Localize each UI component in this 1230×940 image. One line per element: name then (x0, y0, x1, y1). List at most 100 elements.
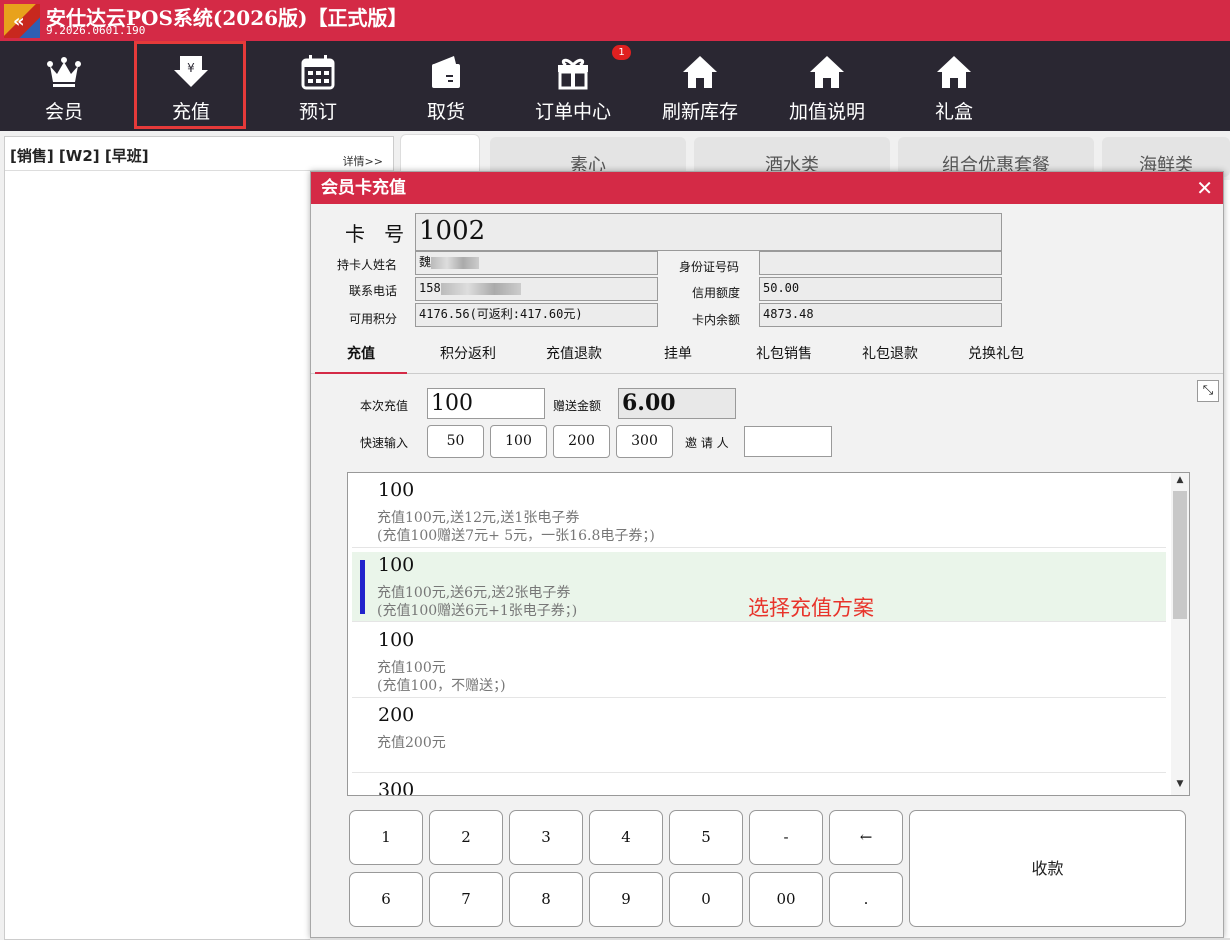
quick-input-label: 快速输入 (360, 436, 409, 450)
id-card-label: 身份证号码 (679, 260, 740, 274)
tab-recharge-refund[interactable]: 充值退款 (521, 340, 627, 374)
toolbar-label: 礼盒 (934, 101, 973, 123)
plan-amount: 100 (378, 629, 415, 651)
tab-gift-pack-sale[interactable]: 礼包销售 (731, 340, 837, 374)
house-icon (810, 56, 844, 88)
keypad-00[interactable]: 00 (749, 872, 823, 927)
holder-name-field: 魏 (415, 251, 658, 275)
toolbar-gift-box-button[interactable]: 礼盒 (898, 41, 1010, 131)
keypad-5[interactable]: 5 (669, 810, 743, 865)
plan-list-scrollbar[interactable]: ▲ ▼ (1171, 473, 1189, 795)
redacted (440, 282, 521, 295)
crown-icon (47, 57, 81, 87)
dialog-title: 会员卡充值 (311, 172, 1223, 204)
plan-description: 充值200元 (377, 735, 446, 751)
quick-amount-button[interactable]: 100 (490, 425, 547, 458)
phone-label: 联系电话 (349, 284, 398, 298)
tab-points-rebate[interactable]: 积分返利 (415, 340, 521, 374)
house-icon (683, 56, 717, 88)
plan-description: 充值100元 (377, 660, 446, 676)
inviter-input[interactable] (744, 426, 832, 457)
keypad-1[interactable]: 1 (349, 810, 423, 865)
credit-field: 50.00 (759, 277, 1002, 301)
house-icon (937, 56, 971, 88)
plan-item-selected[interactable]: 100 充值100元,送6元,送2张电子券 (充值100赠送6元+1张电子券；)… (352, 552, 1166, 622)
inviter-label: 邀 请 人 (685, 436, 729, 450)
recharge-amount-input[interactable] (427, 388, 545, 419)
calendar-icon (301, 55, 335, 90)
toolbar-refresh-stock-button[interactable]: 刷新库存 (644, 41, 756, 131)
details-link[interactable]: 详情>> (343, 153, 383, 169)
recharge-amount-label: 本次充值 (360, 399, 409, 413)
keypad-6[interactable]: 6 (349, 872, 423, 927)
app-logo-icon: « (4, 4, 40, 38)
toolbar-pickup-button[interactable]: 取货 (390, 41, 502, 131)
card-no-label: 卡 号 (345, 222, 405, 246)
active-toolbar-highlight (134, 41, 246, 129)
quick-amount-button[interactable]: 200 (553, 425, 610, 458)
plan-item[interactable]: 100 充值100元 (充值100，不赠送；) (352, 623, 1166, 698)
keypad-dot[interactable]: . (829, 872, 903, 927)
main-toolbar: 会员 ¥ 充值 预订 取货 订单中心 刷新库存 加值说明 礼盒 1 (0, 41, 1230, 131)
app-version: 9.2026.0601.190 (46, 24, 146, 37)
balance-label: 卡内余额 (692, 313, 741, 327)
plan-amount: 100 (378, 479, 415, 501)
keypad-minus[interactable]: - (749, 810, 823, 865)
plan-note: (充值100赠送7元+ 5元，一张16.8电子券；) (377, 528, 655, 544)
keypad-4[interactable]: 4 (589, 810, 663, 865)
member-recharge-dialog: 会员卡充值 ✕ 卡 号 1002 持卡人姓名 魏 联系电话 158 可用积分 4… (310, 171, 1224, 938)
tab-redeem-gift-pack[interactable]: 兑换礼包 (943, 340, 1049, 374)
toolbar-booking-button[interactable]: 预订 (262, 41, 374, 131)
keypad-0[interactable]: 0 (669, 872, 743, 927)
scroll-thumb[interactable] (1173, 491, 1187, 619)
holder-name-label: 持卡人姓名 (337, 258, 398, 272)
bonus-amount-label: 赠送金额 (553, 399, 602, 413)
plan-amount: 200 (378, 704, 415, 726)
points-field: 4176.56(可返利:417.60元) (415, 303, 658, 327)
keypad-7[interactable]: 7 (429, 872, 503, 927)
scroll-down-icon[interactable]: ▼ (1171, 779, 1189, 793)
plan-item[interactable]: 100 充值100元,送12元,送1张电子券 (充值100赠送7元+ 5元，一张… (352, 473, 1166, 548)
plan-item[interactable]: 200 充值200元 (352, 698, 1166, 773)
quick-amount-button[interactable]: 300 (616, 425, 673, 458)
toolbar-label: 预订 (298, 101, 337, 123)
toolbar-label: 刷新库存 (661, 101, 738, 123)
plan-description: 充值100元,送6元,送2张电子券 (377, 585, 571, 601)
plan-item[interactable]: 300 (352, 773, 1166, 796)
toolbar-value-info-button[interactable]: 加值说明 (771, 41, 883, 131)
plan-note: (充值100赠送6元+1张电子券；) (377, 603, 578, 619)
collect-payment-button[interactable]: 收款 (909, 810, 1186, 927)
dialog-tabs: 充值 积分返利 充值退款 挂单 礼包销售 礼包退款 兑换礼包 (311, 340, 1223, 374)
redacted (431, 256, 480, 269)
tab-gift-pack-refund[interactable]: 礼包退款 (837, 340, 943, 374)
plan-note: (充值100，不赠送；) (377, 678, 506, 694)
toolbar-label: 取货 (426, 101, 465, 123)
shift-info: [销售] [W2] [早班] (10, 147, 149, 165)
keypad-2[interactable]: 2 (429, 810, 503, 865)
wallet-icon (432, 56, 460, 88)
keypad-9[interactable]: 9 (589, 872, 663, 927)
phone-field: 158 (415, 277, 658, 301)
gift-icon (558, 58, 588, 90)
title-bar: « 安仕达云POS系统(2026版)【正式版】 9.2026.0601.190 (0, 0, 1230, 41)
toolbar-label: 订单中心 (534, 101, 611, 123)
id-card-field (759, 251, 1002, 275)
balance-field: 4873.48 (759, 303, 1002, 327)
scroll-up-icon[interactable]: ▲ (1171, 475, 1189, 489)
bonus-amount-field: 6.00 (618, 388, 736, 419)
plan-amount: 100 (378, 554, 415, 576)
expand-icon[interactable]: ⤡ (1197, 380, 1219, 402)
pos-window: « 安仕达云POS系统(2026版)【正式版】 9.2026.0601.190 … (0, 0, 1230, 940)
keypad-3[interactable]: 3 (509, 810, 583, 865)
keypad-backspace[interactable]: ← (829, 810, 903, 865)
toolbar-member-button[interactable]: 会员 (8, 41, 120, 131)
recharge-plan-list: 100 充值100元,送12元,送1张电子券 (充值100赠送7元+ 5元，一张… (347, 472, 1190, 796)
close-icon[interactable]: ✕ (1196, 172, 1213, 204)
quick-amount-button[interactable]: 50 (427, 425, 484, 458)
plan-amount: 300 (378, 779, 415, 796)
tab-recharge[interactable]: 充值 (315, 340, 407, 374)
keypad-8[interactable]: 8 (509, 872, 583, 927)
tab-hold-order[interactable]: 挂单 (625, 340, 731, 374)
toolbar-label: 会员 (44, 101, 83, 123)
card-no-field[interactable]: 1002 (415, 213, 1002, 251)
